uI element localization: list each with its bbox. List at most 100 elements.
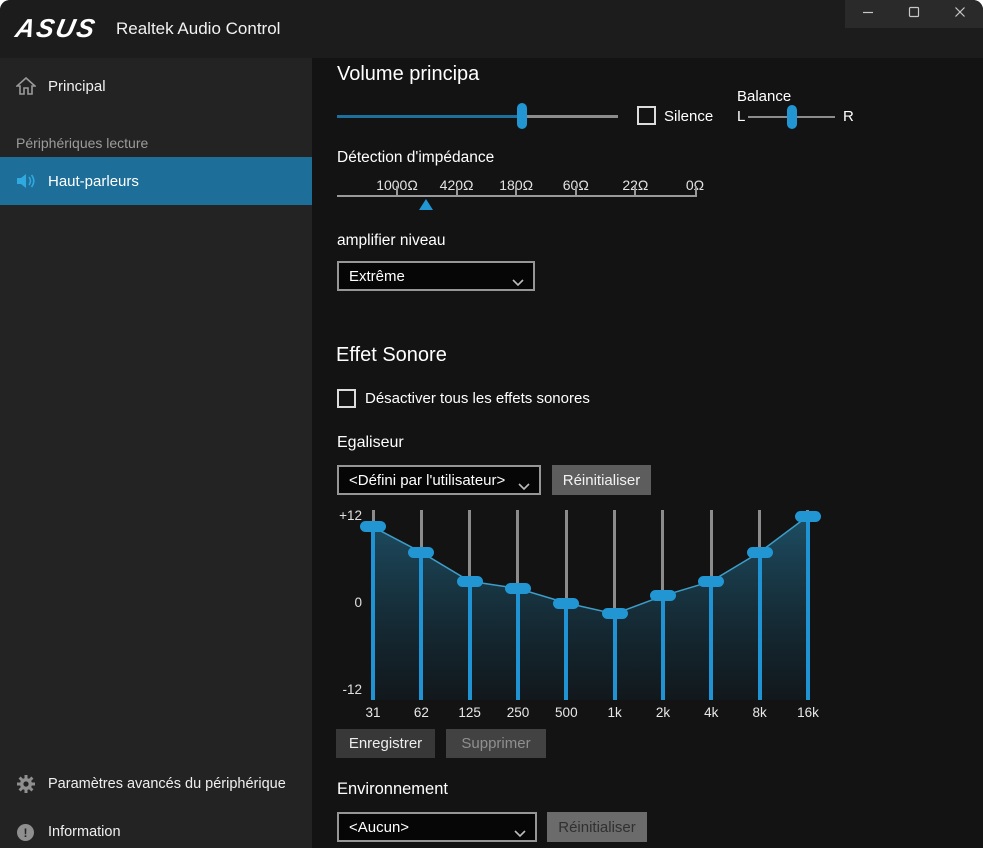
impedance-tick bbox=[695, 186, 697, 195]
asus-logo: ASUS bbox=[13, 13, 100, 44]
amplifier-label: amplifier niveau bbox=[337, 232, 446, 250]
window-controls bbox=[845, 0, 983, 28]
app-title: Realtek Audio Control bbox=[116, 19, 280, 39]
balance-thumb[interactable] bbox=[787, 105, 797, 129]
eq-band-track-lower[interactable] bbox=[806, 516, 810, 700]
equalizer-graph: 31621252505001k2k4k8k16k+120-12 bbox=[330, 505, 870, 727]
sidebar-item-label: Information bbox=[48, 824, 121, 840]
eq-x-label: 62 bbox=[401, 705, 441, 720]
sidebar-item-information[interactable]: ! Information bbox=[0, 814, 312, 848]
eq-x-label: 8k bbox=[740, 705, 780, 720]
impedance-heading: Détection d'impédance bbox=[337, 149, 494, 167]
close-icon bbox=[954, 5, 966, 23]
eq-band-track-lower[interactable] bbox=[709, 581, 713, 700]
minimize-icon bbox=[862, 5, 874, 23]
info-icon: ! bbox=[16, 823, 35, 842]
home-icon bbox=[16, 77, 36, 95]
sidebar-item-label: Principal bbox=[48, 78, 106, 95]
balance-left-label: L bbox=[737, 108, 745, 125]
sidebar-item-advanced-settings[interactable]: Paramètres avancés du périphérique bbox=[0, 766, 312, 802]
eq-band-thumb[interactable] bbox=[457, 576, 483, 587]
environment-dropdown[interactable]: <Aucun> bbox=[337, 812, 537, 842]
eq-x-label: 250 bbox=[498, 705, 538, 720]
sidebar-item-principal[interactable]: Principal bbox=[0, 68, 312, 104]
eq-y-label: +12 bbox=[330, 508, 362, 523]
disable-effects-label: Désactiver tous les effets sonores bbox=[365, 390, 590, 407]
eq-band-track-lower[interactable] bbox=[516, 589, 520, 701]
delete-button[interactable]: Supprimer bbox=[446, 729, 546, 758]
eq-band-track-upper[interactable] bbox=[420, 510, 423, 552]
equalizer-preset-dropdown[interactable]: <Défini par l'utilisateur> bbox=[337, 465, 541, 495]
sidebar-section-label: Périphériques lecture bbox=[16, 135, 148, 151]
silence-label: Silence bbox=[664, 108, 713, 125]
minimize-button[interactable] bbox=[845, 0, 891, 28]
eq-band-thumb[interactable] bbox=[795, 511, 821, 522]
environment-label: Environnement bbox=[337, 780, 448, 799]
impedance-scale: 1000Ω420Ω180Ω60Ω22Ω0Ω bbox=[337, 170, 699, 216]
effects-heading: Effet Sonore bbox=[336, 344, 447, 367]
eq-x-label: 2k bbox=[643, 705, 683, 720]
environment-dropdown-value: <Aucun> bbox=[349, 819, 409, 836]
eq-x-label: 500 bbox=[546, 705, 586, 720]
svg-text:!: ! bbox=[24, 826, 28, 840]
close-button[interactable] bbox=[937, 0, 983, 28]
eq-x-label: 1k bbox=[595, 705, 635, 720]
chevron-down-icon bbox=[514, 825, 526, 842]
gear-icon bbox=[16, 774, 36, 794]
eq-band-track-upper[interactable] bbox=[565, 510, 568, 603]
titlebar: ASUS Realtek Audio Control bbox=[0, 0, 983, 58]
volume-thumb[interactable] bbox=[517, 103, 527, 129]
eq-band-track-upper[interactable] bbox=[516, 510, 519, 589]
eq-band-track-lower[interactable] bbox=[613, 614, 617, 700]
balance-right-label: R bbox=[843, 108, 854, 125]
eq-x-label: 16k bbox=[788, 705, 828, 720]
maximize-icon bbox=[908, 5, 920, 23]
eq-band-track-lower[interactable] bbox=[419, 552, 423, 700]
eq-band-thumb[interactable] bbox=[650, 590, 676, 601]
maximize-button[interactable] bbox=[891, 0, 937, 28]
eq-band-thumb[interactable] bbox=[698, 576, 724, 587]
eq-band-track-lower[interactable] bbox=[564, 603, 568, 700]
impedance-tick bbox=[396, 186, 398, 195]
eq-band-track-lower[interactable] bbox=[758, 552, 762, 700]
equalizer-label: Egaliseur bbox=[337, 434, 404, 452]
sidebar-item-label: Haut-parleurs bbox=[48, 173, 139, 190]
eq-band-thumb[interactable] bbox=[360, 521, 386, 532]
equalizer-reset-button[interactable]: Réinitialiser bbox=[552, 465, 651, 495]
eq-band-thumb[interactable] bbox=[408, 547, 434, 558]
save-button[interactable]: Enregistrer bbox=[336, 729, 435, 758]
amplifier-dropdown[interactable]: Extrême bbox=[337, 261, 535, 291]
silence-checkbox[interactable] bbox=[637, 106, 656, 125]
sidebar: Principal Périphériques lecture Haut-par… bbox=[0, 58, 312, 848]
sidebar-item-haut-parleurs[interactable]: Haut-parleurs bbox=[0, 157, 312, 205]
chevron-down-icon bbox=[518, 478, 530, 495]
eq-band-track-lower[interactable] bbox=[468, 581, 472, 700]
eq-area-chart bbox=[330, 505, 870, 727]
app-window: ASUS Realtek Audio Control bbox=[0, 0, 983, 848]
eq-band-track-upper[interactable] bbox=[758, 510, 761, 552]
eq-x-label: 31 bbox=[353, 705, 393, 720]
impedance-tick bbox=[456, 186, 458, 195]
equalizer-preset-value: <Défini par l'utilisateur> bbox=[349, 472, 505, 489]
eq-band-thumb[interactable] bbox=[553, 598, 579, 609]
eq-band-track-lower[interactable] bbox=[371, 527, 375, 700]
eq-band-track-lower[interactable] bbox=[661, 596, 665, 700]
eq-band-track-upper[interactable] bbox=[613, 510, 616, 614]
eq-band-track-upper[interactable] bbox=[710, 510, 713, 581]
environment-reset-button[interactable]: Réinitialiser bbox=[547, 812, 647, 842]
amplifier-dropdown-value: Extrême bbox=[349, 268, 405, 285]
eq-y-label: 0 bbox=[330, 595, 362, 610]
eq-band-track-upper[interactable] bbox=[468, 510, 471, 581]
disable-effects-checkbox[interactable] bbox=[337, 389, 356, 408]
speaker-icon bbox=[16, 172, 38, 190]
eq-band-thumb[interactable] bbox=[747, 547, 773, 558]
eq-band-thumb[interactable] bbox=[602, 608, 628, 619]
eq-band-track-upper[interactable] bbox=[661, 510, 664, 596]
volume-heading: Volume principa bbox=[337, 63, 479, 86]
impedance-tick bbox=[515, 186, 517, 195]
chevron-down-icon bbox=[512, 274, 524, 291]
volume-fill bbox=[337, 115, 522, 118]
balance-label: Balance bbox=[737, 88, 791, 105]
eq-band-thumb[interactable] bbox=[505, 583, 531, 594]
impedance-line bbox=[337, 195, 697, 197]
